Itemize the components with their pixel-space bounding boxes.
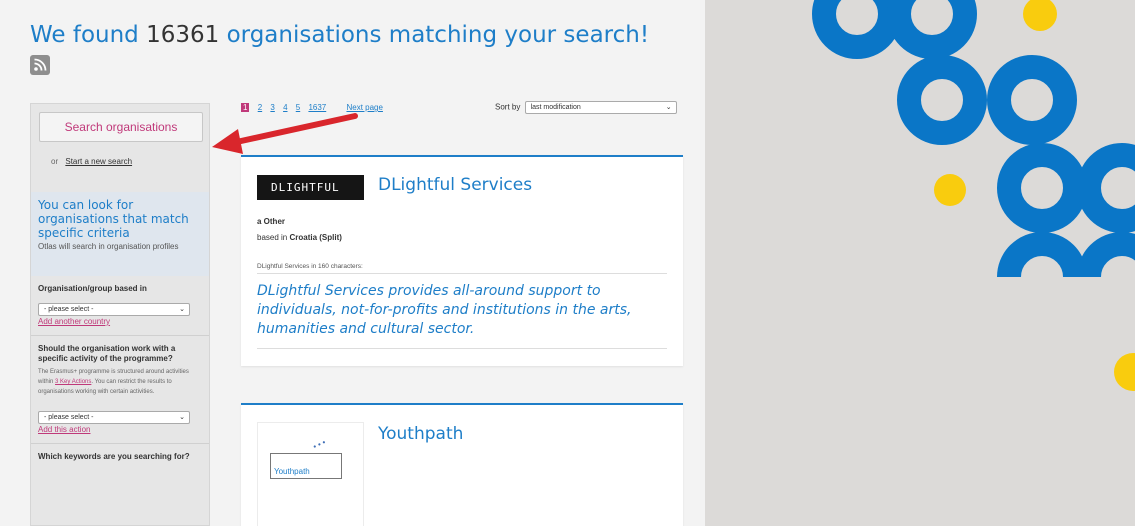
criteria-subtext: Otlas will search in organisation profil… [38, 242, 179, 251]
search-sidebar: Search organisations or Start a new sear… [30, 103, 210, 526]
divider [31, 443, 209, 444]
or-text: or [51, 157, 59, 166]
criteria-intro: You can look for organisations that matc… [31, 192, 209, 276]
page-link-5[interactable]: 5 [296, 103, 300, 112]
organisation-location: based in Croatia (Split) [257, 233, 342, 242]
organisation-logo[interactable]: • • • Youthpath [257, 422, 364, 526]
based-location: Croatia (Split) [289, 233, 342, 242]
logo-text: Youthpath [270, 453, 342, 479]
page-link-2[interactable]: 2 [258, 103, 262, 112]
country-filter-label: Organisation/group based in [38, 284, 147, 293]
chevron-down-icon: ⌄ [179, 414, 185, 421]
keywords-filter-label: Which keywords are you searching for? [38, 452, 190, 461]
country-select[interactable]: - please select - ⌄ [38, 303, 190, 316]
sort-select[interactable]: last modification ⌄ [524, 101, 677, 114]
divider [31, 335, 209, 336]
filters: Organisation/group based in - please sel… [31, 284, 209, 462]
results-headline: We found 16361 organisations matching yo… [30, 22, 649, 48]
logo-text: DLIGHTFUL [271, 181, 340, 194]
add-this-action-link[interactable]: Add this action [38, 425, 204, 434]
sort-select-value: last modification [530, 104, 581, 111]
organisation-logo[interactable]: DLIGHTFUL [257, 175, 364, 200]
otlas-search-page: We found 16361 organisations matching yo… [0, 0, 705, 526]
decorative-circles-panel [705, 0, 1135, 526]
results-count: 16361 [146, 22, 220, 48]
activity-filter-description: The Erasmus+ programme is structured aro… [38, 367, 204, 397]
activity-select-value: - please select - [44, 414, 94, 421]
organisation-type: a Other [257, 217, 286, 226]
organisation-title-link[interactable]: DLightful Services [378, 175, 532, 195]
new-search-line: or Start a new search [51, 157, 132, 166]
sort-label: Sort by [495, 102, 521, 112]
page-link-3[interactable]: 3 [270, 103, 274, 112]
headline-prefix: We found [30, 22, 139, 48]
headline-suffix: organisations matching your search! [226, 22, 650, 48]
result-card: • • • Youthpath Youthpath [241, 403, 683, 526]
activity-filter-label: Should the organisation work with a spec… [38, 344, 176, 363]
start-new-search-link[interactable]: Start a new search [65, 157, 132, 166]
criteria-heading: You can look for organisations that matc… [38, 198, 189, 240]
organisation-description: DLightful Services provides all-around s… [257, 283, 632, 337]
divider [257, 273, 667, 274]
description-label: DLightful Services in 160 characters: [257, 263, 363, 270]
key-actions-link[interactable]: 3 Key Actions [55, 379, 91, 385]
logo-dots: • • • [311, 437, 328, 452]
page-link-4[interactable]: 4 [283, 103, 287, 112]
divider [257, 348, 667, 349]
search-organisations-button[interactable]: Search organisations [39, 112, 203, 142]
sort-control: Sort by last modification ⌄ [495, 101, 677, 114]
result-card: DLIGHTFUL DLightful Services a Other bas… [241, 155, 683, 366]
decorative-pattern [812, 0, 1135, 391]
next-page-link[interactable]: Next page [346, 103, 382, 112]
add-another-country-link[interactable]: Add another country [38, 317, 204, 326]
organisation-title-link[interactable]: Youthpath [378, 424, 463, 444]
activity-select[interactable]: - please select - ⌄ [38, 411, 190, 424]
pagination: 1 2 3 4 5 1637 Next page [241, 103, 383, 112]
based-prefix: based in [257, 233, 288, 242]
chevron-down-icon: ⌄ [179, 306, 185, 313]
page-link-1[interactable]: 1 [241, 103, 250, 112]
country-select-value: - please select - [44, 306, 94, 313]
rss-feed-icon[interactable] [30, 55, 50, 75]
chevron-down-icon: ⌄ [665, 104, 672, 111]
page-link-last[interactable]: 1637 [308, 103, 326, 112]
